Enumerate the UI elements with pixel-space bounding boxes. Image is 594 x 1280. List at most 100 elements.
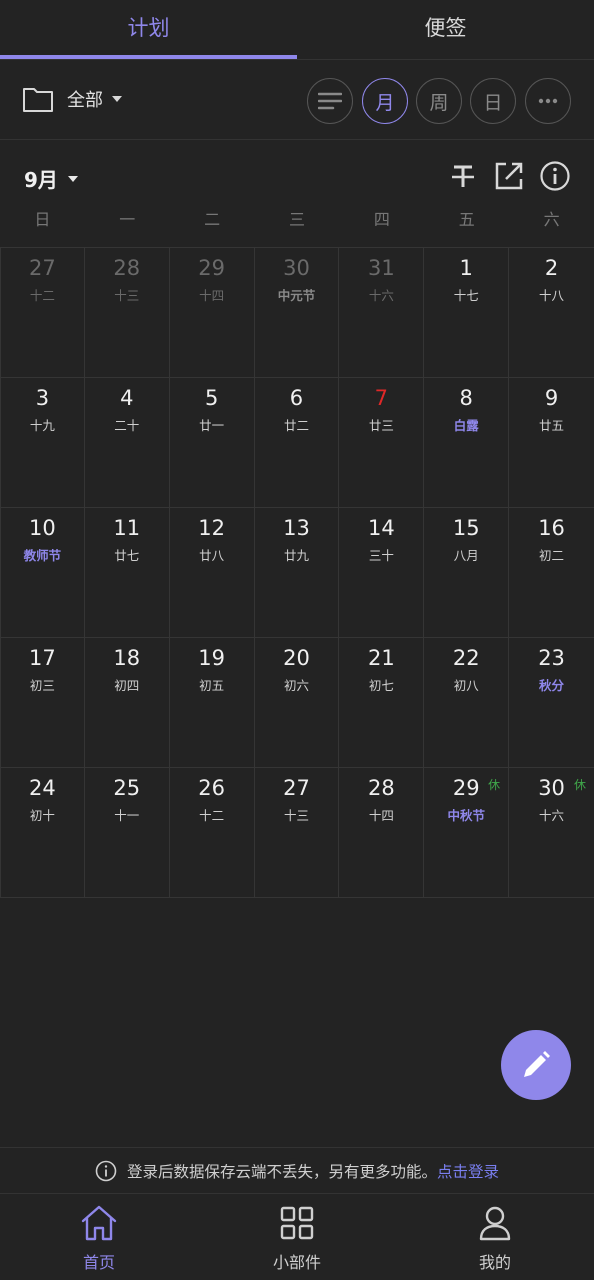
lunar-date: 十八	[539, 288, 565, 303]
nav-widgets[interactable]: 小部件	[198, 1195, 396, 1280]
month-title: 9月	[24, 168, 58, 192]
lunar-date: 八月	[453, 548, 479, 563]
weekday-label: 四	[373, 210, 390, 229]
calendar-day-cell[interactable]: 29 十四	[169, 248, 255, 378]
edit-fab-button[interactable]	[501, 1030, 571, 1100]
lunar-date: 十九	[29, 418, 55, 433]
calendar-day-cell[interactable]: 7 廿三	[339, 378, 425, 508]
lunar-date: 廿一	[199, 418, 225, 433]
calendar-day-cell[interactable]: 4 二十	[84, 378, 170, 508]
lunar-date: 廿三	[368, 418, 394, 433]
toolbar: 全部 月 周 日	[0, 76, 594, 128]
profile-icon	[479, 1206, 511, 1241]
nav-label: 首页	[82, 1253, 115, 1272]
lunar-date: 十四	[199, 288, 225, 303]
calendar-day-cell[interactable]: 28 十三	[84, 248, 170, 378]
lunar-date: 初二	[539, 548, 565, 563]
folder-label: 全部	[67, 90, 103, 111]
day-number: 17	[29, 646, 56, 670]
calendar-day-cell[interactable]: 26 十二	[169, 768, 255, 898]
calendar-day-cell[interactable]: 3 十九	[0, 378, 85, 508]
list-view-button[interactable]	[307, 78, 353, 124]
calendar-day-cell[interactable]: 16 初二	[509, 508, 594, 638]
lunar-date: 十三	[114, 288, 140, 303]
widgets-icon	[280, 1206, 314, 1240]
export-icon[interactable]	[493, 160, 525, 192]
calendar-day-cell[interactable]: 27 十二	[0, 248, 85, 378]
calendar-day-cell[interactable]: 30 中元节	[254, 248, 340, 378]
calendar-day-cell[interactable]: 10 教师节	[0, 508, 85, 638]
calendar-day-cell[interactable]: 25 十一	[84, 768, 170, 898]
day-view-button[interactable]: 日	[470, 78, 516, 124]
calendar-day-cell[interactable]: 28 十四	[339, 768, 425, 898]
section-divider	[0, 139, 594, 140]
holiday-badge: 休	[488, 778, 501, 792]
lunar-date: 廿七	[114, 548, 140, 563]
login-banner: 登录后数据保存云端不丢失，另有更多功能。 点击登录	[0, 1147, 594, 1194]
day-number: 25	[113, 776, 141, 800]
calendar-day-cell[interactable]: 9 廿五	[509, 378, 594, 508]
nav-home[interactable]: 首页	[0, 1195, 198, 1280]
day-number: 30	[283, 256, 310, 280]
calendar-day-cell[interactable]: 13 廿九	[254, 508, 340, 638]
strikethrough-icon[interactable]	[447, 160, 479, 192]
day-number: 24	[29, 776, 56, 800]
calendar-day-cell[interactable]: 5 廿一	[169, 378, 255, 508]
day-number: 8	[459, 386, 473, 410]
weekday-label: 日	[34, 210, 51, 229]
day-number: 13	[283, 516, 310, 540]
day-number: 28	[113, 256, 141, 280]
lunar-date: 白露	[453, 418, 479, 433]
tab-plan[interactable]: 计划	[0, 0, 297, 60]
lunar-date: 廿九	[283, 548, 309, 563]
lunar-date: 中秋节	[447, 808, 485, 823]
calendar-day-cell[interactable]: 18 初四	[84, 638, 170, 768]
info-icon[interactable]	[539, 160, 571, 192]
calendar-day-cell[interactable]: 17 初三	[0, 638, 85, 768]
month-selector[interactable]: 9月	[24, 164, 78, 193]
calendar-day-cell[interactable]: 19 初五	[169, 638, 255, 768]
calendar-day-cell[interactable]: 31 十六	[339, 248, 425, 378]
calendar-day-cell[interactable]: 21 初七	[339, 638, 425, 768]
calendar-day-cell[interactable]: 8 白露	[424, 378, 510, 508]
calendar-day-cell[interactable]: 11 廿七	[84, 508, 170, 638]
chevron-down-icon	[112, 96, 122, 102]
calendar-day-cell[interactable]: 22 初八	[424, 638, 510, 768]
nav-profile[interactable]: 我的	[396, 1195, 594, 1280]
lunar-date: 初八	[453, 678, 479, 693]
calendar-day-cell[interactable]: 27 十三	[254, 768, 340, 898]
day-number: 1	[459, 256, 473, 280]
pencil-icon	[524, 1051, 550, 1077]
calendar-day-cell[interactable]: 20 初六	[254, 638, 340, 768]
calendar-day-cell[interactable]: 30 十六休	[509, 768, 594, 898]
month-header: 9月	[0, 160, 594, 196]
calendar-day-cell[interactable]: 24 初十	[0, 768, 85, 898]
home-icon	[81, 1205, 117, 1241]
folder-selector[interactable]: 全部	[22, 85, 122, 113]
weekday-label: 一	[119, 210, 136, 229]
holiday-badge: 休	[573, 778, 586, 792]
lunar-date: 初四	[114, 678, 140, 693]
day-number: 26	[198, 776, 225, 800]
weekday-row: 日 一 二 三 四 五 六	[0, 206, 594, 234]
week-view-button[interactable]: 周	[416, 78, 462, 124]
lunar-date: 二十	[114, 418, 140, 433]
calendar-day-cell[interactable]: 1 十七	[424, 248, 510, 378]
lunar-date: 十二	[29, 288, 55, 303]
lunar-date: 秋分	[539, 678, 565, 693]
calendar-day-cell[interactable]: 23 秋分	[509, 638, 594, 768]
lunar-date: 十六	[539, 808, 565, 823]
day-number: 18	[113, 646, 141, 670]
month-view-button[interactable]: 月	[362, 78, 408, 124]
calendar-day-cell[interactable]: 12 廿八	[169, 508, 255, 638]
calendar-day-cell[interactable]: 29 中秋节休	[424, 768, 510, 898]
calendar-day-cell[interactable]: 6 廿二	[254, 378, 340, 508]
calendar-day-cell[interactable]: 2 十八	[509, 248, 594, 378]
day-number: 10	[29, 516, 56, 540]
calendar-day-cell[interactable]: 14 三十	[339, 508, 425, 638]
more-button[interactable]	[525, 78, 571, 124]
more-icon	[538, 98, 558, 104]
calendar-day-cell[interactable]: 15 八月	[424, 508, 510, 638]
tab-notes[interactable]: 便签	[297, 0, 594, 60]
login-link[interactable]: 点击登录	[437, 1160, 499, 1182]
